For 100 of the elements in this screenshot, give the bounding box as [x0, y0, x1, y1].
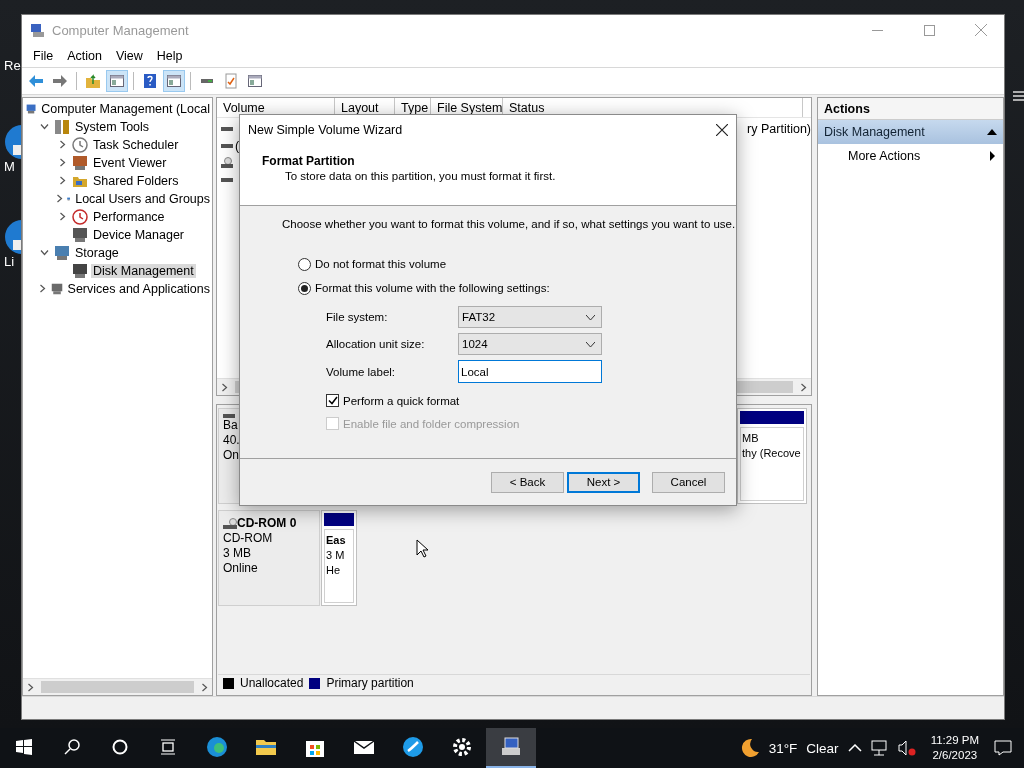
clock-icon	[72, 137, 88, 153]
log-icon	[72, 155, 88, 171]
submenu-arrow-icon	[990, 151, 995, 161]
muted-speaker-icon[interactable]	[897, 740, 916, 756]
chevron-down-icon	[39, 248, 49, 257]
properties-icon	[247, 73, 263, 89]
toolbar-button[interactable]	[106, 70, 128, 92]
dialog-button[interactable]: < Back	[491, 471, 564, 493]
back-arrow-icon	[28, 73, 44, 89]
tree-item[interactable]: Storage	[73, 246, 121, 260]
drive-icon	[223, 414, 235, 418]
edge-icon	[204, 735, 229, 759]
tree-item[interactable]: Event Viewer	[91, 156, 169, 170]
radio-option[interactable]: Do not format this volume	[298, 252, 736, 276]
storage-icon	[54, 245, 70, 261]
partition-header-bar	[740, 411, 804, 424]
field-label: Allocation unit size:	[326, 338, 426, 350]
partition-info: 3 M	[326, 548, 345, 563]
tree-item[interactable]: Disk Management	[91, 264, 196, 278]
search-icon	[64, 739, 80, 755]
temperature: 31°F	[768, 740, 798, 756]
dialog-heading: Format Partition	[262, 154, 356, 168]
partition-info: thy (Recove	[742, 446, 801, 461]
tree-item[interactable]: Task Scheduler	[91, 138, 181, 152]
legend-label: Primary partition	[326, 676, 414, 691]
dropdown[interactable]: 1024	[458, 333, 602, 355]
disk-info: Online	[223, 561, 258, 576]
disc-drive-icon	[221, 156, 233, 169]
dialog-subheading: To store data on this partition, you must format it first.	[284, 170, 557, 182]
checklist-icon	[223, 73, 239, 89]
taskbar-app[interactable]	[486, 728, 536, 768]
pointer-icon	[416, 539, 428, 558]
partition-name: Eas	[326, 533, 346, 548]
menu-item[interactable]: File	[26, 49, 61, 63]
tree-item[interactable]: Shared Folders	[91, 174, 181, 188]
drive-icon	[221, 143, 233, 148]
forward-arrow-icon	[52, 73, 68, 89]
weather-text: Clear	[806, 740, 839, 756]
close-icon	[975, 24, 987, 36]
menu-icon	[1013, 91, 1024, 101]
drive-icon	[221, 177, 233, 182]
tree-item[interactable]: System Tools	[73, 120, 152, 134]
tree-item[interactable]: Local Users and Groups	[73, 192, 212, 206]
instruction-text: Choose whether you want to format this volume, and if so, what settings you want to use.	[282, 218, 736, 230]
desktop-icon-label: M	[4, 159, 15, 174]
disk-info: Ba	[223, 418, 238, 433]
partition-header-bar	[324, 513, 354, 526]
close-icon	[716, 124, 728, 136]
tree-item[interactable]: Computer Management (Local	[39, 102, 212, 116]
partition-info: MB	[742, 431, 759, 446]
help-icon	[142, 73, 158, 89]
server-icon	[50, 281, 63, 297]
input-field[interactable]: Local	[458, 360, 602, 383]
network-icon[interactable]	[870, 740, 889, 756]
windows-logo-icon	[16, 739, 32, 755]
notifications-icon[interactable]	[994, 740, 1012, 756]
circle-icon	[112, 739, 128, 755]
action-item[interactable]: More Actions	[818, 144, 1003, 168]
chevron-right-icon	[200, 682, 209, 692]
radio-option[interactable]: Format this volume with the following settings:	[298, 276, 736, 300]
disc-drive-icon	[223, 517, 237, 530]
field-label: File system:	[326, 311, 389, 323]
desktop-icon-label: Li	[4, 254, 15, 269]
dropdown[interactable]: FAT32	[458, 306, 602, 328]
menu-item[interactable]: Action	[60, 49, 109, 63]
menu-item[interactable]: Help	[149, 49, 190, 63]
tray-caret-icon[interactable]	[847, 744, 862, 752]
menu-item[interactable]: View	[108, 49, 150, 63]
dialog-button[interactable]: Cancel	[652, 471, 725, 493]
checkmark-icon	[327, 396, 338, 405]
device-icon	[72, 227, 88, 243]
disk-info: 40.	[223, 433, 240, 448]
actions-section[interactable]: Disk Management	[818, 120, 1003, 144]
toolbar-button[interactable]	[163, 70, 185, 92]
dialog-button[interactable]: Next >	[567, 471, 640, 493]
disk-info: On	[223, 448, 239, 463]
field-label: Volume label:	[326, 365, 397, 378]
chevron-down-icon	[39, 122, 49, 131]
clock[interactable]: 11:29 PM 2/6/2023	[924, 733, 985, 763]
checkbox[interactable]: Perform a quick format	[326, 389, 736, 412]
tools-icon	[54, 119, 70, 135]
desktop-icon-label: Re	[4, 58, 21, 73]
app-icon	[30, 22, 46, 38]
chevron-right-icon	[26, 682, 35, 692]
tree-item[interactable]: Device Manager	[91, 228, 186, 242]
tree-item[interactable]: Services and Applications	[65, 282, 212, 296]
table-cell: (	[235, 138, 240, 153]
actions-header: Actions	[818, 98, 1003, 120]
chevron-right-icon	[220, 382, 229, 392]
disk-info: 3 MB	[223, 546, 251, 561]
drive-icon	[221, 126, 233, 131]
gauge-icon	[72, 209, 88, 225]
chevron-right-icon	[37, 284, 47, 293]
console-tree-icon	[109, 73, 125, 89]
tree-item[interactable]: Performance	[91, 210, 167, 224]
folder-up-icon	[85, 73, 101, 89]
disk-name: CD-ROM 0	[237, 516, 297, 531]
browser-icon	[400, 735, 425, 759]
close-button[interactable]	[716, 124, 728, 136]
partition-info: He	[326, 563, 341, 578]
